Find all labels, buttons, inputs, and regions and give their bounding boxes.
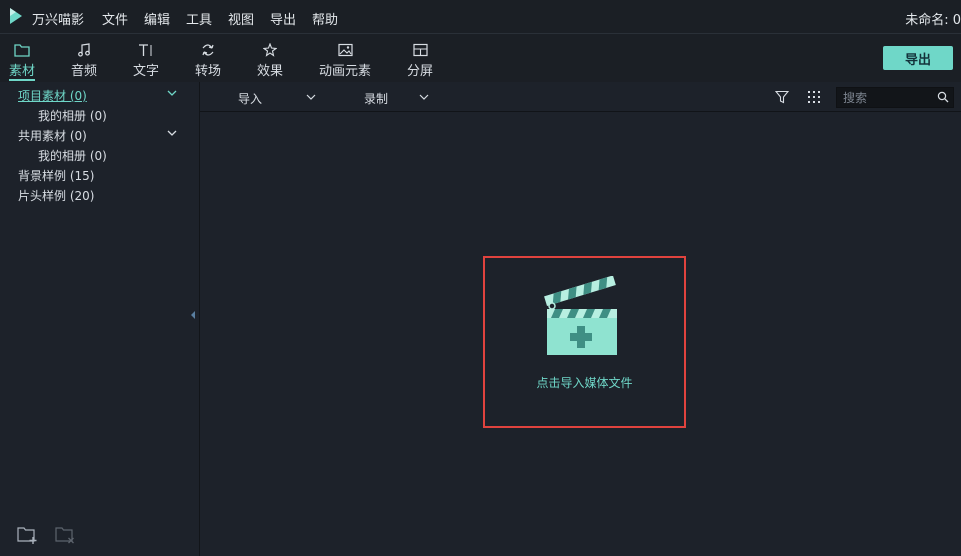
menu-help[interactable]: 帮助 [312, 9, 338, 28]
tab-label: 动画元素 [318, 64, 371, 79]
music-note-icon [78, 43, 90, 57]
tab-effects[interactable]: 效果 [250, 34, 290, 82]
sidebar-item-shared-album[interactable]: 我的相册 (0) [38, 147, 107, 164]
image-icon [337, 43, 353, 57]
menu-tools[interactable]: 工具 [186, 9, 212, 28]
menu-export[interactable]: 导出 [270, 9, 296, 28]
export-button[interactable]: 导出 [883, 46, 953, 70]
new-folder-icon[interactable] [16, 525, 38, 545]
filter-icon[interactable] [775, 90, 789, 104]
media-library-sidebar: 项目素材 (0) 我的相册 (0) 共用素材 (0) 我的相册 (0) 背景样例… [0, 82, 200, 556]
record-dropdown[interactable]: 录制 [364, 90, 429, 107]
chevron-down-icon[interactable] [166, 89, 178, 97]
chevron-down-icon [419, 94, 429, 100]
tab-label: 分屏 [406, 64, 433, 79]
project-title: 未命名: 0 [905, 13, 961, 28]
grid-view-icon[interactable] [807, 90, 821, 104]
sidebar-item-intro-samples[interactable]: 片头样例 (20) [18, 187, 94, 204]
import-dropdown[interactable]: 导入 [238, 90, 316, 107]
delete-folder-icon[interactable] [54, 525, 76, 545]
tab-transitions[interactable]: 转场 [188, 34, 228, 82]
text-icon [139, 44, 152, 56]
tab-label: 音频 [70, 64, 97, 79]
tab-audio[interactable]: 音频 [64, 34, 104, 82]
media-subtoolbar: 导入 录制 [200, 82, 961, 112]
sidebar-item-project-media[interactable]: 项目素材 (0) [18, 87, 87, 104]
tab-split-screen[interactable]: 分屏 [400, 34, 440, 82]
menu-bar: 万兴喵影 文件 编辑 工具 视图 导出 帮助 未命名: 0 [0, 0, 961, 33]
import-media-hint: 点击导入媒体文件 [536, 376, 633, 390]
media-library-main: 导入 录制 搜索 点击导入媒体文件 [200, 82, 961, 556]
sidebar-item-shared-media[interactable]: 共用素材 (0) [18, 127, 87, 144]
sidebar-item-my-album[interactable]: 我的相册 (0) [38, 107, 107, 124]
menu-view[interactable]: 视图 [228, 9, 254, 28]
app-logo-icon [10, 8, 22, 24]
chevron-down-icon[interactable] [166, 129, 178, 137]
collapse-panel-icon[interactable] [190, 310, 196, 320]
search-icon[interactable] [937, 91, 949, 103]
tab-text[interactable]: 文字 [126, 34, 166, 82]
search-box [836, 87, 954, 108]
tab-label: 文字 [132, 64, 159, 79]
tab-label: 转场 [194, 64, 221, 79]
module-toolbar: 素材 音频 文字 转场 效果 动画元素 分屏 导出 [0, 33, 961, 82]
tab-elements[interactable]: 动画元素 [316, 34, 374, 82]
split-screen-icon [412, 43, 428, 57]
search-input[interactable] [843, 88, 931, 107]
transition-icon [202, 44, 214, 56]
record-dropdown-label: 录制 [364, 92, 389, 106]
folder-icon [14, 44, 30, 57]
menu-edit[interactable]: 编辑 [144, 9, 170, 28]
tab-media[interactable]: 素材 [4, 34, 40, 82]
app-name: 万兴喵影 [32, 13, 85, 28]
sidebar-item-background-samples[interactable]: 背景样例 (15) [18, 167, 94, 184]
chevron-down-icon [306, 94, 316, 100]
clapperboard-icon [544, 276, 617, 355]
tab-label: 素材 [8, 64, 35, 79]
import-media-dropzone[interactable]: 点击导入媒体文件 [483, 256, 686, 428]
effects-icon [263, 43, 277, 57]
import-dropdown-label: 导入 [238, 92, 263, 106]
active-tab-indicator [9, 79, 35, 81]
menu-file[interactable]: 文件 [102, 9, 128, 28]
tab-label: 效果 [256, 64, 283, 79]
